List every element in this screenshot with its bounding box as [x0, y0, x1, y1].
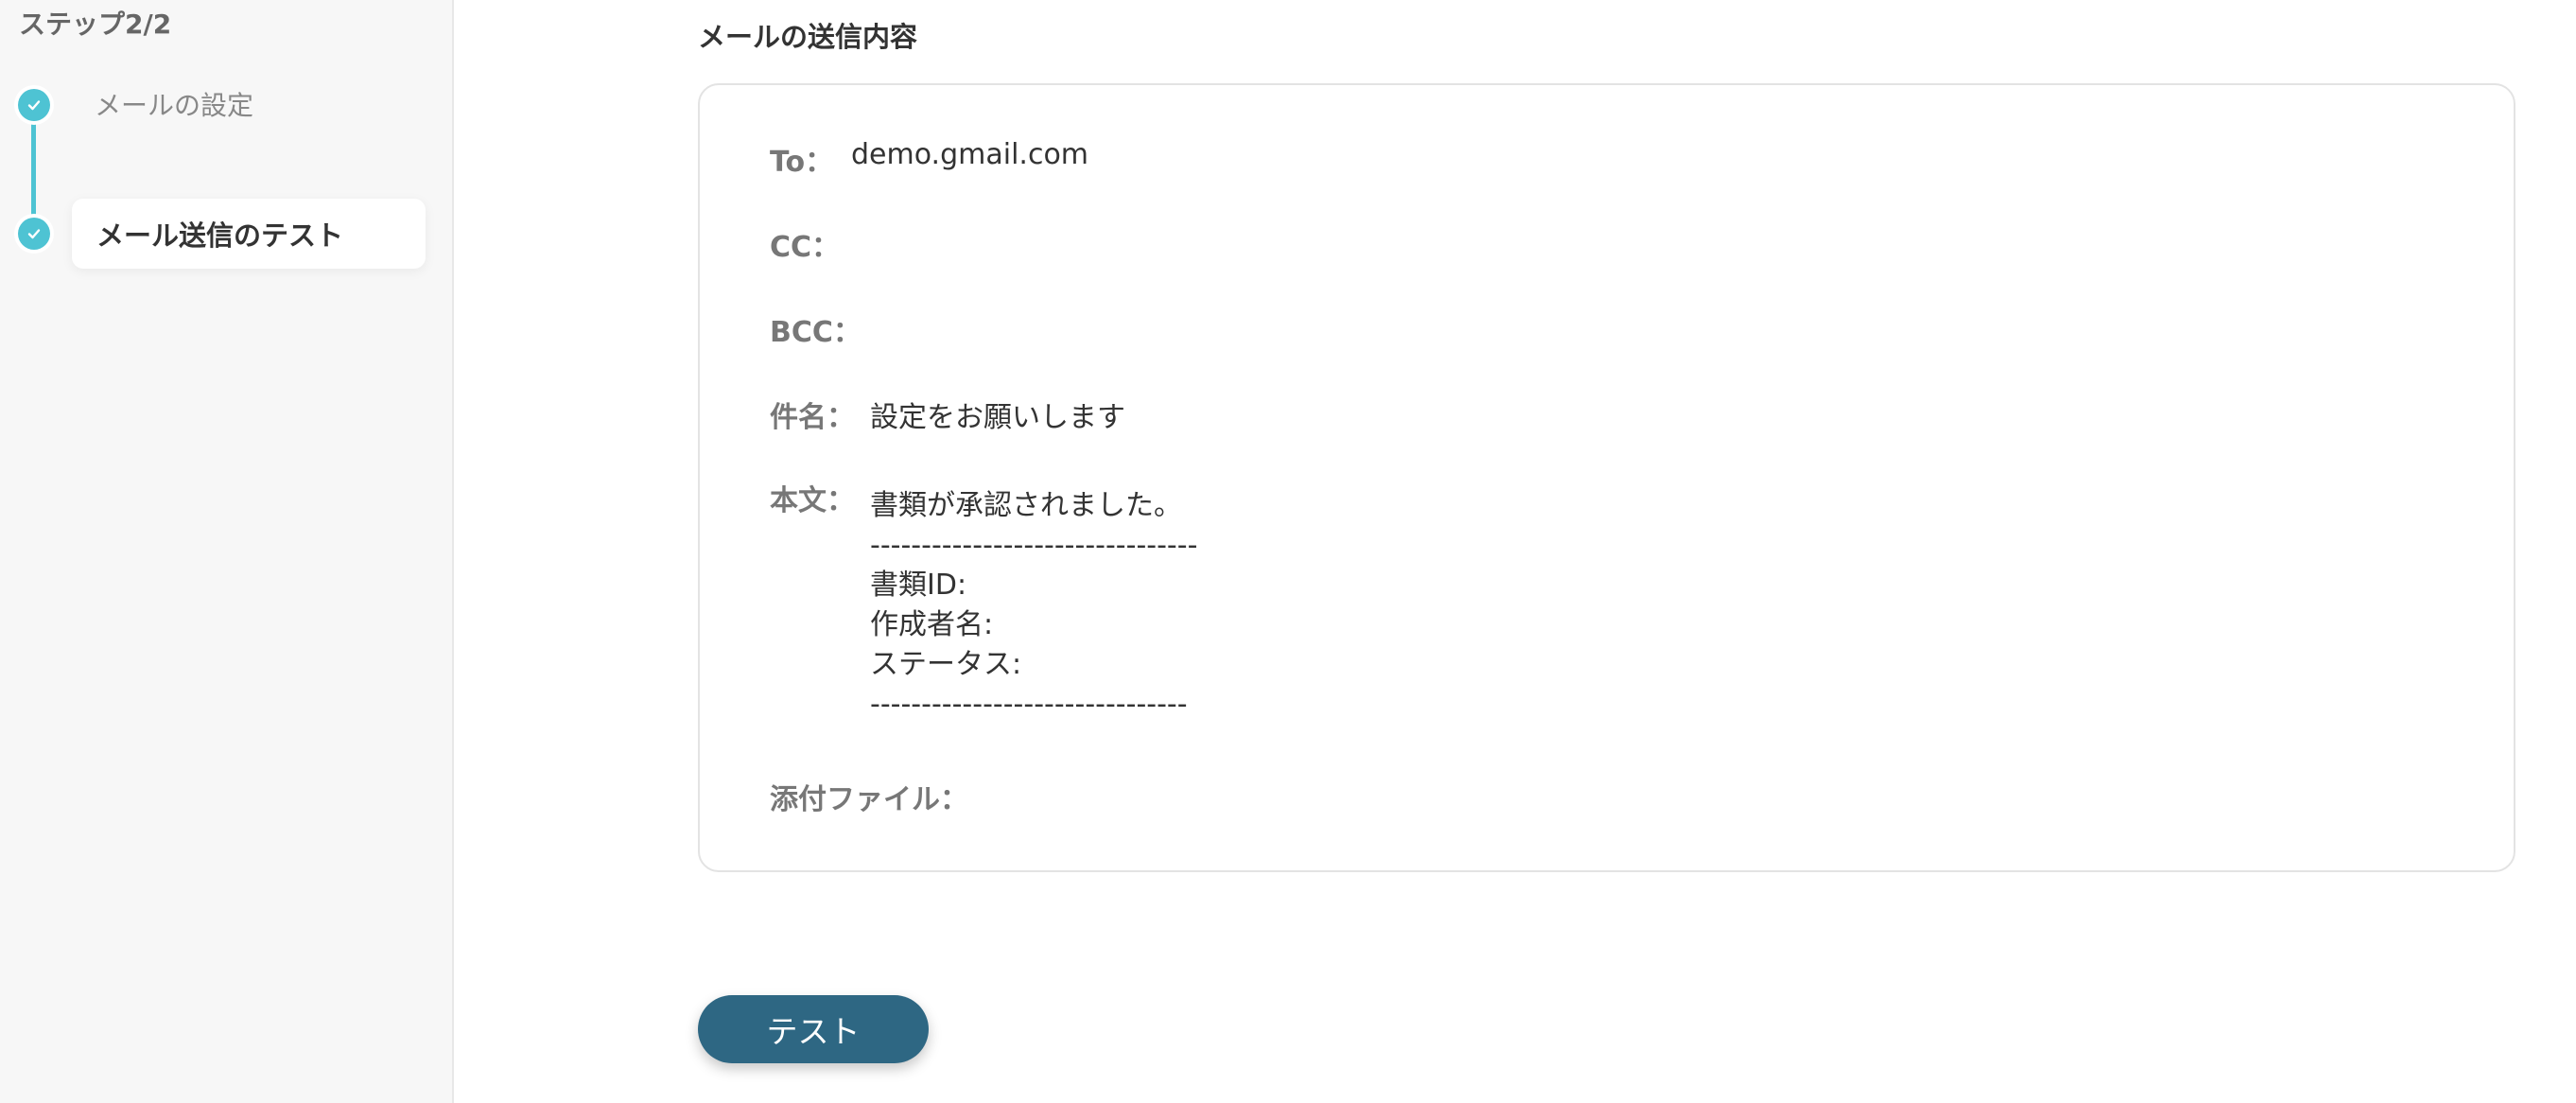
app-root: ステップ2/2 メールの設定 メール送信のテスト メールの送信内容 To： de…	[0, 0, 2576, 1103]
step-sidebar: ステップ2/2 メールの設定 メール送信のテスト	[0, 0, 454, 1103]
body-label: 本文：	[770, 484, 855, 517]
to-value: demo.gmail.com	[851, 138, 1089, 171]
test-button[interactable]: テスト	[698, 995, 929, 1063]
body-line: ステータス:	[870, 648, 1022, 681]
subject-label: 件名：	[770, 401, 855, 434]
check-icon	[18, 218, 50, 250]
body-line: 作成者名:	[870, 608, 994, 641]
body-line: -------------------------------	[870, 688, 1188, 721]
step-header: ステップ2/2	[19, 9, 172, 40]
mail-preview-card: To： demo.gmail.com CC： BCC： 件名： 設定をお願いしま…	[698, 83, 2515, 872]
sidebar-step-mail-test[interactable]: メール送信のテスト	[72, 199, 426, 269]
sidebar-step-mail-settings[interactable]: メールの設定	[95, 85, 253, 123]
body-line: 書類ID:	[870, 569, 967, 602]
body-line: --------------------------------	[870, 529, 1198, 562]
subject-value: 設定をお願いします	[870, 401, 1125, 434]
cc-label: CC：	[770, 231, 841, 264]
body-text: 書類が承認されました。 ----------------------------…	[870, 486, 1197, 725]
bcc-label: BCC：	[770, 316, 862, 349]
body-line: 書類が承認されました。	[870, 489, 1182, 522]
test-button-label: テスト	[766, 1013, 861, 1050]
check-icon	[18, 89, 50, 121]
sidebar-step-label: メール送信のテスト	[96, 219, 344, 252]
section-title: メールの送信内容	[698, 21, 918, 53]
attachment-label: 添付ファイル：	[770, 783, 968, 816]
to-label: To：	[770, 146, 834, 179]
